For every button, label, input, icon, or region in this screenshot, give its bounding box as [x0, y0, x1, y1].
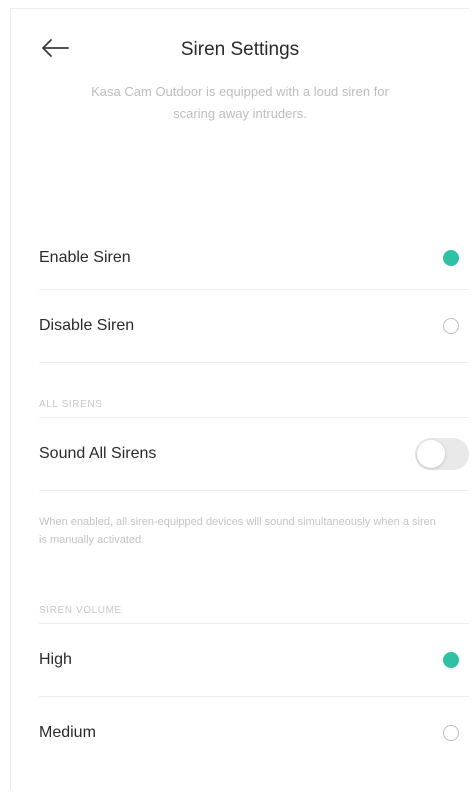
siren-volume-section-header: SIREN VOLUME — [39, 599, 469, 624]
volume-medium-radio[interactable] — [443, 725, 459, 741]
disable-siren-option[interactable]: Disable Siren — [39, 290, 469, 363]
volume-medium-option[interactable]: Medium — [39, 697, 469, 769]
page-description: Kasa Cam Outdoor is equipped with a loud… — [91, 84, 389, 121]
header: Siren Settings — [11, 9, 469, 83]
volume-high-option[interactable]: High — [39, 624, 469, 697]
sound-all-sirens-row: Sound All Sirens — [39, 418, 469, 491]
disable-siren-radio[interactable] — [443, 318, 459, 334]
siren-settings-screen: Siren Settings Kasa Cam Outdoor is equip… — [10, 8, 469, 790]
disable-siren-label: Disable Siren — [39, 317, 135, 334]
sound-all-sirens-note: When enabled, all siren-equipped devices… — [39, 516, 436, 546]
enable-siren-option[interactable]: Enable Siren — [39, 227, 469, 290]
volume-high-label: High — [39, 651, 72, 668]
all-sirens-section-header: ALL SIRENS — [39, 393, 469, 418]
sound-all-sirens-label: Sound All Sirens — [39, 445, 157, 462]
page-title: Siren Settings — [180, 39, 300, 60]
volume-medium-label: Medium — [39, 724, 96, 741]
enable-siren-radio[interactable] — [443, 250, 459, 266]
volume-high-radio[interactable] — [443, 652, 459, 668]
toggle-knob — [417, 440, 445, 468]
enable-siren-label: Enable Siren — [39, 249, 131, 266]
sound-all-sirens-toggle[interactable] — [415, 438, 469, 470]
